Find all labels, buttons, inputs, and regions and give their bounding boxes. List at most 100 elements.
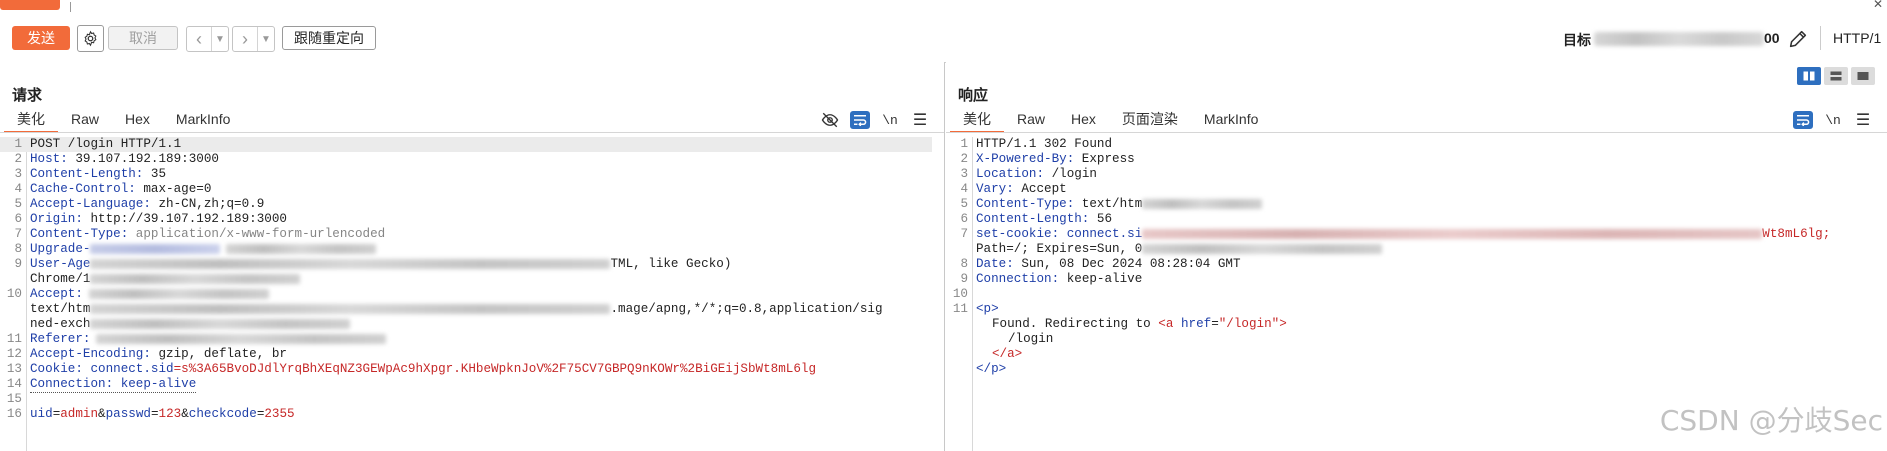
request-tab-pretty[interactable]: 美化 — [4, 109, 58, 133]
code-line: 10 Accept: — [0, 287, 944, 302]
back-arrow-icon[interactable]: ‹ — [187, 27, 211, 51]
back-history-dropdown[interactable]: ▼ — [211, 27, 228, 51]
target-address-redacted — [1594, 32, 1764, 46]
code-line: 14 Connection: keep-alive — [6, 377, 197, 393]
layout-stacked-icon[interactable] — [1824, 67, 1848, 85]
request-tab-hex[interactable]: Hex — [112, 109, 163, 131]
redacted-text — [1142, 228, 1763, 239]
code-line: Path=/; Expires=Sun, 0 — [946, 242, 1887, 257]
code-line: 2 Host: 39.107.192.189:3000 — [14, 152, 219, 166]
code-line: 15 — [6, 392, 22, 406]
code-line: 1 POST /login HTTP/1.1 — [0, 137, 932, 152]
hamburger-menu-icon[interactable]: ☰ — [910, 110, 930, 130]
response-tab-render[interactable]: 页面渲染 — [1109, 109, 1191, 131]
request-editor-actions: \n ☰ — [820, 110, 930, 130]
request-tab-raw[interactable]: Raw — [58, 109, 112, 131]
code-line: 9 User-Age TML, like Gecko) — [14, 257, 732, 271]
response-tab-pretty[interactable]: 美化 — [950, 109, 1004, 133]
request-title: 请求 — [12, 87, 43, 104]
layout-side-by-side-icon[interactable] — [1797, 67, 1821, 85]
forward-history-dropdown[interactable]: ▼ — [257, 27, 274, 51]
code-line: 13 Cookie: connect.sid=s%3A65BvoDJdlYrqBh… — [6, 362, 816, 376]
code-line: 5 Accept-Language: zh-CN,zh;q=0.9 — [14, 197, 265, 211]
code-line: 11 <p> — [952, 302, 999, 316]
response-tab-hex[interactable]: Hex — [1058, 109, 1109, 131]
code-line: </p> — [976, 362, 1007, 376]
code-line: 2 X-Powered-By: Express — [960, 152, 1135, 166]
window-tab-strip: ✕ — [0, 0, 1887, 15]
redacted-text — [90, 258, 611, 269]
redacted-text — [1142, 243, 1383, 254]
redacted-text — [1142, 198, 1263, 209]
target-address-tail: 00 — [1764, 30, 1780, 46]
code-line: 11 Referer: — [0, 332, 944, 347]
response-tab-raw[interactable]: Raw — [1004, 109, 1058, 131]
watermark-text: CSDN @分歧Sec — [1659, 404, 1883, 437]
code-line: 7 Content-Type: application/x-www-form-ur… — [14, 227, 386, 241]
gear-icon — [84, 30, 97, 47]
repeater-toolbar: 发送 取消 ‹ ▼ › ▼ 跟随重定向 目标 00 HTTP/1 — [0, 14, 1887, 63]
tab-separator — [70, 2, 71, 12]
response-editor-actions: \n ☰ — [1793, 110, 1873, 130]
redacted-text — [90, 318, 351, 329]
response-tab-markinfo[interactable]: MarkInfo — [1191, 109, 1271, 131]
code-line: 7 set-cookie: connect.si Wt8mL6lg; — [960, 227, 1831, 241]
code-line: 10 — [952, 287, 968, 301]
hamburger-menu-icon[interactable]: ☰ — [1853, 110, 1873, 130]
code-line: Found. Redirecting to <a href="/login"> — [992, 317, 1287, 331]
code-line: 6 Origin: http://39.107.192.189:3000 — [14, 212, 287, 226]
pencil-edit-icon[interactable] — [1787, 28, 1809, 50]
code-line: 9 Connection: keep-alive — [960, 272, 1143, 286]
redacted-text — [88, 288, 269, 299]
target-label: 目标 — [1563, 32, 1591, 48]
response-tabs-divider — [946, 132, 1887, 133]
code-line: 3 Content-Length: 35 — [14, 167, 167, 181]
layout-tabs-icon[interactable] — [1851, 67, 1875, 85]
newline-toggle-icon[interactable]: \n — [880, 110, 900, 130]
code-line: 1 HTTP/1.1 302 Found — [960, 137, 1113, 151]
redacted-text — [90, 243, 221, 254]
code-line: ned-exch — [0, 317, 944, 332]
close-icon[interactable]: ✕ — [1873, 0, 1883, 11]
code-line: /login — [1008, 332, 1054, 346]
request-tab-markinfo[interactable]: MarkInfo — [163, 109, 243, 131]
request-tabs-divider — [0, 132, 944, 133]
follow-redirect-button[interactable]: 跟随重定向 — [282, 26, 376, 50]
code-line: 3 Location: /login — [960, 167, 1097, 181]
code-line: 16 uid=admin&passwd=123&checkcode=2355 — [6, 407, 295, 421]
cancel-button[interactable]: 取消 — [108, 26, 178, 50]
code-line: 8 Date: Sun, 08 Dec 2024 08:28:04 GMT — [960, 257, 1241, 271]
request-view-tabs: 美化 Raw Hex MarkInfo — [4, 109, 243, 133]
redacted-text — [226, 243, 377, 254]
send-button[interactable]: 发送 — [12, 26, 70, 50]
word-wrap-icon[interactable] — [1793, 111, 1813, 129]
hide-nonprintable-icon[interactable] — [820, 110, 840, 130]
newline-toggle-icon[interactable]: \n — [1823, 110, 1843, 130]
code-line: 4 Cache-Control: max-age=0 — [14, 182, 212, 196]
settings-button[interactable] — [77, 25, 104, 52]
layout-switcher — [1797, 67, 1875, 85]
code-line: 6 Content-Length: 56 — [960, 212, 1113, 226]
code-line: </a> — [992, 347, 1023, 361]
toolbar-divider — [1820, 26, 1821, 50]
forward-arrow-icon[interactable]: › — [233, 27, 257, 51]
code-line: 5 Content-Type: text/htm — [946, 197, 1887, 212]
active-window-tab[interactable] — [0, 0, 60, 10]
request-editor[interactable]: 1 POST /login HTTP/1.1 2 Host: 39.107.192.… — [0, 137, 944, 451]
forward-nav-group: › ▼ — [232, 26, 275, 52]
redacted-text — [90, 273, 301, 284]
response-view-tabs: 美化 Raw Hex 页面渲染 MarkInfo — [950, 109, 1271, 133]
http-version-selector[interactable]: HTTP/1 — [1833, 30, 1881, 46]
code-line: 4 Vary: Accept — [960, 182, 1067, 196]
redacted-text — [96, 333, 387, 344]
response-panel: 响应 美化 Raw Hex 页面渲染 MarkInfo \n ☰ 1 HTTP/1… — [946, 62, 1887, 451]
back-nav-group: ‹ ▼ — [186, 26, 229, 52]
response-title: 响应 — [958, 87, 989, 104]
request-panel: 请求 美化 Raw Hex MarkInfo \n ☰ 1 POST /login… — [0, 62, 945, 451]
code-line: 12 Accept-Encoding: gzip, deflate, br — [6, 347, 287, 361]
code-line: 8 Upgrade- — [0, 242, 944, 257]
code-line: Chrome/1 — [0, 272, 944, 287]
word-wrap-icon[interactable] — [850, 111, 870, 129]
code-line: text/htm .mage/apng,*/*;q=0.8,application… — [30, 302, 883, 316]
redacted-text — [90, 303, 611, 314]
